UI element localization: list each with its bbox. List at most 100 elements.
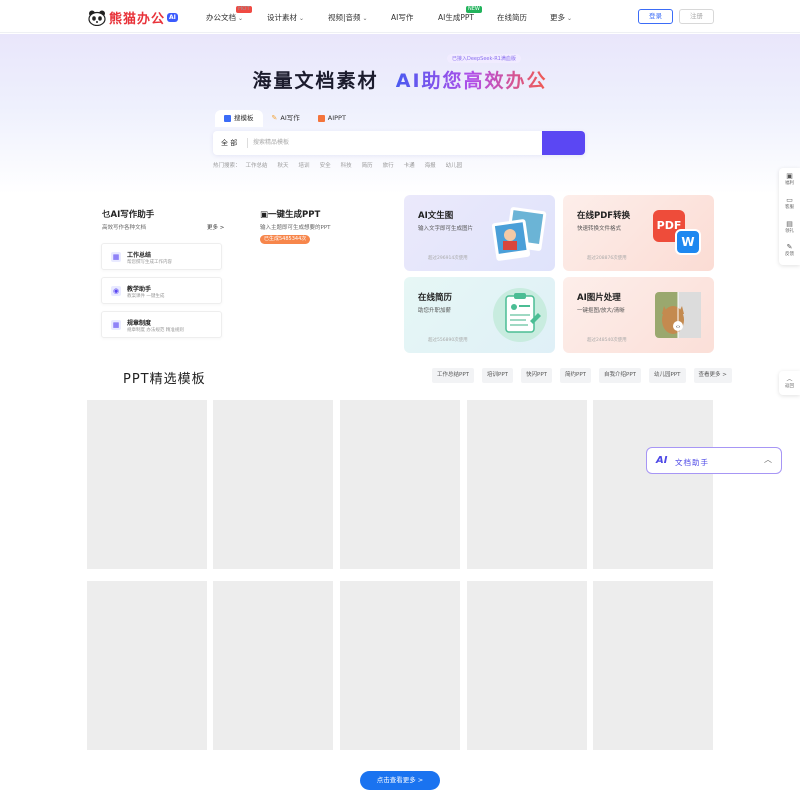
- search-bar: 全 部 搜索精品模板: [213, 131, 585, 155]
- teacher-icon: ◉: [111, 286, 121, 296]
- filter-chip[interactable]: 简约PPT: [560, 368, 591, 383]
- edit-icon: ✎: [786, 243, 793, 251]
- side-feedback[interactable]: ✎ 反馈: [779, 243, 800, 257]
- logo[interactable]: 熊猫办公 AI: [88, 8, 178, 27]
- rules-icon: ▦: [111, 320, 121, 330]
- template-card[interactable]: [340, 400, 460, 569]
- item-name: 规章制度: [127, 320, 152, 327]
- template-card[interactable]: [593, 581, 713, 750]
- ai-write-icon: 乜: [102, 210, 111, 220]
- template-card[interactable]: [87, 400, 207, 569]
- back-to-top-button[interactable]: ︿ 返回: [779, 371, 800, 395]
- template-card[interactable]: [87, 581, 207, 750]
- ppt-gen-title[interactable]: ▣一键生成PPT: [260, 208, 320, 220]
- feature-card-resume[interactable]: 在线简历 助您升职加薪 超过556890次使用: [404, 277, 555, 353]
- assistant-ai-logo: AI: [656, 455, 668, 466]
- side-gift[interactable]: ▤ 领礼: [779, 220, 800, 234]
- nav-item-more[interactable]: 更多 ⌄: [550, 12, 572, 23]
- nav-item-video-audio[interactable]: 视频|音频 ⌄: [328, 12, 368, 23]
- nav-label: 视频|音频: [328, 13, 361, 22]
- gift-icon: ▣: [786, 172, 793, 180]
- ai-writing-title-text: AI写作助手: [110, 210, 155, 220]
- hot-word[interactable]: 卡通: [404, 161, 415, 169]
- card-title: 在线简历: [418, 293, 453, 303]
- chevron-up-icon: ︿: [786, 376, 793, 383]
- nav-label: 设计素材: [267, 13, 297, 22]
- hot-word[interactable]: 简历: [362, 161, 373, 169]
- template-card[interactable]: [340, 581, 460, 750]
- ppt-gen-title-text: 一键生成PPT: [268, 210, 321, 220]
- ppt-section-title: PPT精选模板: [123, 372, 206, 387]
- hot-word[interactable]: 科技: [341, 161, 352, 169]
- tab-search-template[interactable]: 搜模板: [215, 110, 263, 127]
- ppt-icon: [317, 115, 325, 122]
- card-desc: 快速转换文件格式: [577, 226, 622, 232]
- side-label: 反馈: [785, 252, 794, 257]
- side-benefit[interactable]: ▣ 福利: [779, 172, 800, 186]
- card-title: AI文生图: [418, 211, 454, 221]
- svg-text:‹›: ‹›: [676, 324, 681, 331]
- hot-word[interactable]: 安全: [320, 161, 331, 169]
- ppt-gen-count-badge: 已生成5485344次: [260, 235, 311, 244]
- register-button[interactable]: 注册: [679, 9, 714, 24]
- side-service[interactable]: ▭ 客服: [779, 196, 800, 210]
- filter-chip[interactable]: 培训PPT: [482, 368, 513, 383]
- search-input[interactable]: 搜索精品模板: [253, 131, 289, 155]
- nav-label: AI写作: [391, 13, 414, 22]
- hot-word[interactable]: 培训: [299, 161, 310, 169]
- search-button[interactable]: [542, 131, 585, 155]
- template-card[interactable]: [593, 400, 713, 569]
- tab-ai-writing[interactable]: ✎ AI写作: [263, 110, 309, 127]
- nav-item-resume[interactable]: 在线简历: [497, 12, 527, 23]
- view-more-button[interactable]: 点击查看更多 >: [360, 771, 440, 790]
- filter-chip[interactable]: 工作总结PPT: [432, 368, 474, 383]
- hot-word[interactable]: 幼儿园: [446, 161, 463, 169]
- feature-card-pdf-convert[interactable]: 在线PDF转换 快速转换文件格式 超过208876次使用 PDF W: [563, 195, 714, 271]
- template-card[interactable]: [467, 400, 587, 569]
- card-count: 超过556890次使用: [428, 338, 468, 343]
- search-scope-select[interactable]: 全 部: [221, 131, 237, 155]
- hot-searches: 热门搜索： 工作总结 秋天 培训 安全 科技 简历 旅行 卡通 海报 幼儿园: [213, 161, 462, 169]
- top-navbar: 熊猫办公 AI 办公文档 ⌄ HOT 设计素材 ⌄ 视频|音频 ⌄ AI写作 AI生成…: [0, 0, 800, 33]
- chevron-down-icon: ⌄: [362, 15, 368, 22]
- chevron-up-icon[interactable]: ︿: [764, 454, 772, 465]
- ai-writing-more-link[interactable]: 更多 >: [207, 223, 224, 231]
- nav-item-office-docs[interactable]: 办公文档 ⌄: [206, 12, 243, 23]
- card-count: 超过248540次使用: [587, 338, 627, 343]
- template-card[interactable]: [467, 581, 587, 750]
- item-desc: 帮您撰写生成工作内容: [127, 260, 172, 265]
- hot-word[interactable]: 工作总结: [246, 161, 268, 169]
- back-to-top-label: 返回: [785, 384, 794, 389]
- hot-word[interactable]: 秋天: [278, 161, 289, 169]
- nav-item-design[interactable]: 设计素材 ⌄: [267, 12, 304, 23]
- ai-writing-item[interactable]: ◉ 教学助手 教案课件 一键生成: [101, 277, 222, 304]
- template-card[interactable]: [213, 581, 333, 750]
- new-badge: NEW: [466, 6, 482, 13]
- item-name: 教学助手: [127, 286, 152, 293]
- item-name: 工作总结: [127, 252, 152, 259]
- card-desc: 输入文字即可生成图片: [418, 226, 474, 232]
- filter-chip[interactable]: 快闪PPT: [521, 368, 552, 383]
- ai-writing-item[interactable]: ▦ 规章制度 规章制度 办法规范 精准规则: [101, 311, 222, 338]
- ai-writing-item[interactable]: ▦ 工作总结 帮您撰写生成工作内容: [101, 243, 222, 270]
- assistant-label: 文档助手: [675, 458, 709, 467]
- feature-card-ai-image[interactable]: AI文生图 输入文字即可生成图片 超过296914次使用: [404, 195, 555, 271]
- view-more-link[interactable]: 查看更多 >: [693, 368, 732, 383]
- tab-aippt[interactable]: AIPPT: [309, 110, 355, 127]
- card-desc: 助您升职加薪: [418, 308, 452, 314]
- coupon-icon: ▤: [786, 220, 793, 228]
- nav-item-ai-writing[interactable]: AI写作: [391, 12, 413, 23]
- document-icon: ▦: [111, 252, 121, 262]
- hot-word[interactable]: 旅行: [383, 161, 394, 169]
- nav-label: 在线简历: [497, 13, 527, 22]
- login-button[interactable]: 登录: [638, 9, 673, 24]
- feature-card-ai-photo[interactable]: AI图片处理 一键抠图/放大/清晰 超过248540次使用 ‹›: [563, 277, 714, 353]
- filter-chip[interactable]: 自我介绍PPT: [599, 368, 641, 383]
- filter-chip[interactable]: 幼儿园PPT: [649, 368, 686, 383]
- hot-word[interactable]: 海报: [425, 161, 436, 169]
- ppt-filters: 工作总结PPT 培训PPT 快闪PPT 简约PPT 自我介绍PPT 幼儿园PPT…: [432, 368, 732, 383]
- template-card[interactable]: [213, 400, 333, 569]
- document-assistant-widget[interactable]: AI 文档助手 ︿: [646, 447, 782, 474]
- nav-item-ai-ppt[interactable]: AI生成PPT: [438, 12, 474, 23]
- side-label: 领礼: [785, 229, 794, 234]
